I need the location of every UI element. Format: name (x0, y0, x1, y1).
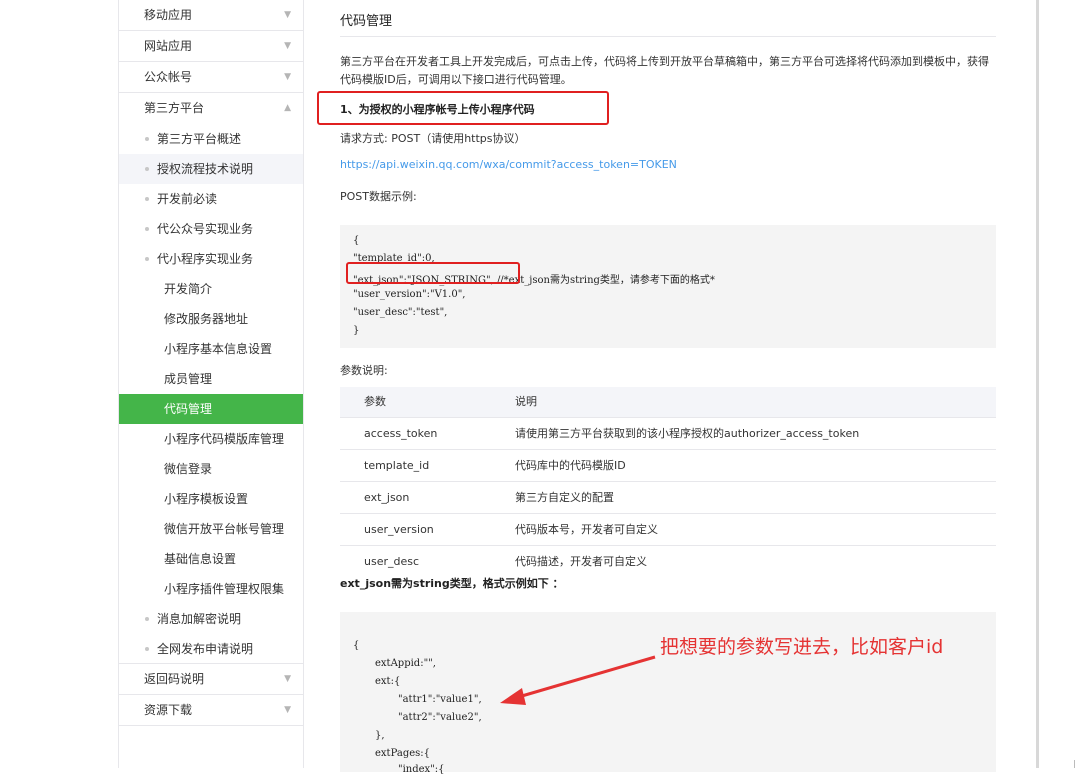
window-corner (1074, 760, 1080, 768)
annotation-arrow-icon (500, 655, 656, 705)
scrollbar[interactable] (1036, 0, 1039, 768)
